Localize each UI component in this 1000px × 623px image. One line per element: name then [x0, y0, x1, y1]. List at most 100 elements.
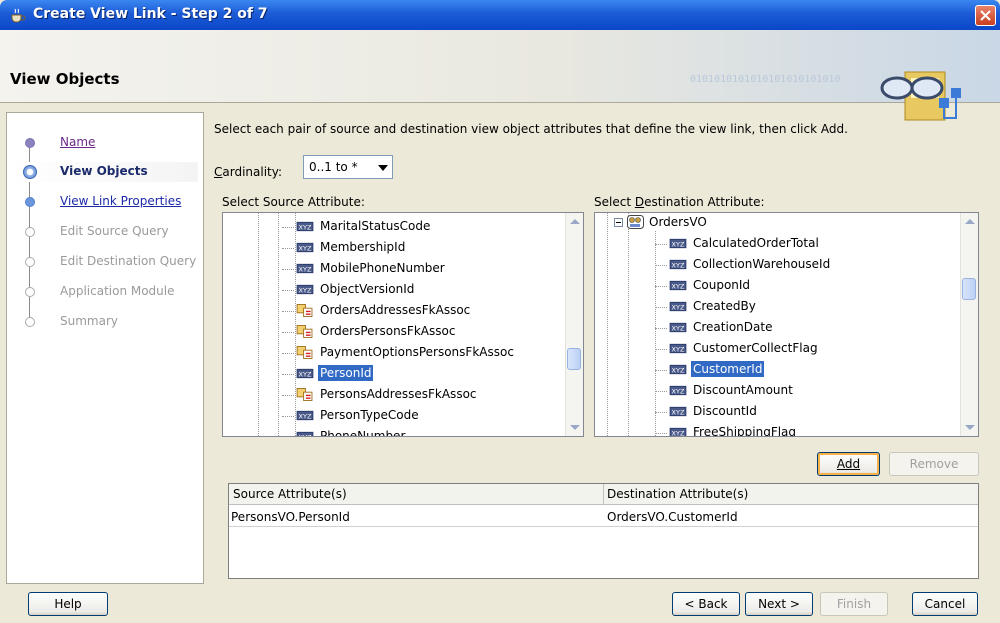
tree-connector: [655, 307, 667, 308]
node-label: PersonId: [316, 364, 375, 382]
tree-connector: [282, 227, 294, 228]
node-label: OrdersVO: [649, 215, 707, 229]
tree-connector: [655, 412, 667, 413]
wizard-header: View Objects 0101010101010101010101010: [0, 30, 1000, 121]
node-label: CustomerCollectFlag: [693, 341, 818, 355]
tree-connector: [282, 248, 294, 249]
glasses-icon: [880, 71, 961, 121]
attribute-pairs-table[interactable]: Source Attribute(s) Destination Attribut…: [228, 483, 979, 579]
tree-connector: [282, 395, 294, 396]
step-view-link-properties[interactable]: View Link Properties: [8, 192, 198, 212]
step-status-icon: [25, 287, 35, 297]
table-cell[interactable]: PersonsVO.PersonId: [231, 510, 350, 524]
attribute-icon: XYZ: [296, 368, 314, 378]
back-button[interactable]: < Back: [672, 592, 740, 616]
tree-guide-line: [258, 213, 260, 436]
column-divider[interactable]: [603, 484, 604, 504]
tree-connector: [282, 416, 294, 417]
svg-text:XYZ: XYZ: [672, 261, 685, 269]
svg-text:XYZ: XYZ: [672, 240, 685, 248]
step-status-icon: [25, 197, 35, 207]
destination-attribute-label: Select Destination Attribute:: [594, 195, 765, 209]
step-label: Name: [60, 135, 96, 149]
node-label: CreatedBy: [693, 299, 756, 313]
step-name[interactable]: Name: [8, 133, 198, 153]
node-label: OrdersAddressesFkAssoc: [320, 303, 471, 317]
node-label: CreationDate: [693, 320, 773, 334]
attribute-icon: XYZ: [669, 259, 687, 269]
attribute-icon: XYZ: [296, 263, 314, 273]
node-label: CustomerId: [689, 360, 766, 378]
row-divider: [229, 526, 978, 527]
destination-scrollbar[interactable]: [960, 213, 978, 436]
table-cell[interactable]: OrdersVO.CustomerId: [607, 510, 738, 524]
tree-connector: [655, 391, 667, 392]
step-label: Edit Source Query: [60, 224, 169, 238]
step-view-objects[interactable]: View Objects: [8, 162, 198, 182]
tree-connector: [655, 265, 667, 266]
step-label: Edit Destination Query: [60, 254, 197, 268]
destination-attribute-tree[interactable]: OrdersVO XYZ CalculatedOrderTotal XYZ Colle…: [594, 212, 979, 437]
cardinality-select[interactable]: 0..1 to *: [303, 155, 393, 179]
source-scrollbar[interactable]: [565, 213, 583, 436]
association-icon: [296, 346, 313, 359]
help-button[interactable]: Help: [28, 592, 108, 616]
attribute-icon: XYZ: [669, 364, 687, 374]
scroll-thumb[interactable]: [567, 348, 581, 370]
node-label: DiscountId: [693, 404, 757, 418]
scroll-thumb[interactable]: [962, 278, 976, 300]
svg-text:XYZ: XYZ: [299, 412, 312, 420]
scroll-up-icon[interactable]: [965, 219, 975, 224]
node-label: MaritalStatusCode: [320, 219, 431, 233]
attribute-icon: XYZ: [669, 301, 687, 311]
svg-text:XYZ: XYZ: [672, 366, 685, 374]
svg-text:XYZ: XYZ: [299, 223, 312, 231]
cardinality-label-text: ardinality:: [222, 165, 283, 179]
source-attribute-tree[interactable]: XYZ MaritalStatusCode XYZ MembershipId XYZ Mo…: [222, 212, 584, 437]
steps-pane: [6, 112, 204, 584]
collapse-icon[interactable]: [614, 218, 623, 227]
button-label: Cancel: [924, 597, 966, 611]
cancel-button[interactable]: Cancel: [912, 592, 978, 616]
mnemonic-char: D: [634, 195, 645, 209]
attribute-icon: XYZ: [669, 322, 687, 332]
tree-connector: [655, 328, 667, 329]
node-label: OrdersPersonsFkAssoc: [320, 324, 456, 338]
svg-text:XYZ: XYZ: [299, 370, 312, 378]
view-object-icon: [627, 215, 644, 229]
close-button[interactable]: [975, 5, 996, 26]
node-label: CollectionWarehouseId: [693, 257, 831, 271]
svg-text:XYZ: XYZ: [672, 282, 685, 290]
window-title: Create View Link - Step 2 of 7: [33, 6, 268, 22]
tree-connector: [282, 290, 294, 291]
column-header-destination[interactable]: Destination Attribute(s): [607, 487, 748, 501]
step-status-icon: [25, 138, 35, 148]
next-button[interactable]: Next >: [745, 592, 813, 616]
step-label: Application Module: [60, 284, 175, 298]
column-header-source[interactable]: Source Attribute(s): [233, 487, 347, 501]
node-label: PersonTypeCode: [320, 408, 419, 422]
tree-guide-line: [278, 213, 280, 436]
tree-connector: [282, 332, 294, 333]
node-label: ObjectVersionId: [320, 282, 415, 296]
node-label: PhoneNumber: [320, 429, 406, 437]
attribute-icon: XYZ: [296, 242, 314, 252]
tree-connector: [282, 269, 294, 270]
label-text: estination Attribute:: [644, 195, 765, 209]
step-application-module: Application Module: [8, 282, 198, 302]
step-status-icon: [25, 257, 35, 267]
svg-text:XYZ: XYZ: [672, 324, 685, 332]
svg-text:XYZ: XYZ: [672, 429, 685, 437]
association-icon: [296, 388, 313, 401]
scroll-down-icon[interactable]: [965, 425, 975, 430]
scroll-up-icon[interactable]: [570, 219, 580, 224]
remove-button: Remove: [889, 452, 979, 476]
tree-connector: [655, 286, 667, 287]
association-icon: [296, 304, 313, 317]
add-button[interactable]: Add: [817, 452, 880, 476]
tree-connector: [282, 353, 294, 354]
scroll-down-icon[interactable]: [570, 425, 580, 430]
attribute-icon: XYZ: [669, 280, 687, 290]
coffee-cup-icon: [11, 8, 26, 23]
tree-connector: [655, 433, 667, 434]
